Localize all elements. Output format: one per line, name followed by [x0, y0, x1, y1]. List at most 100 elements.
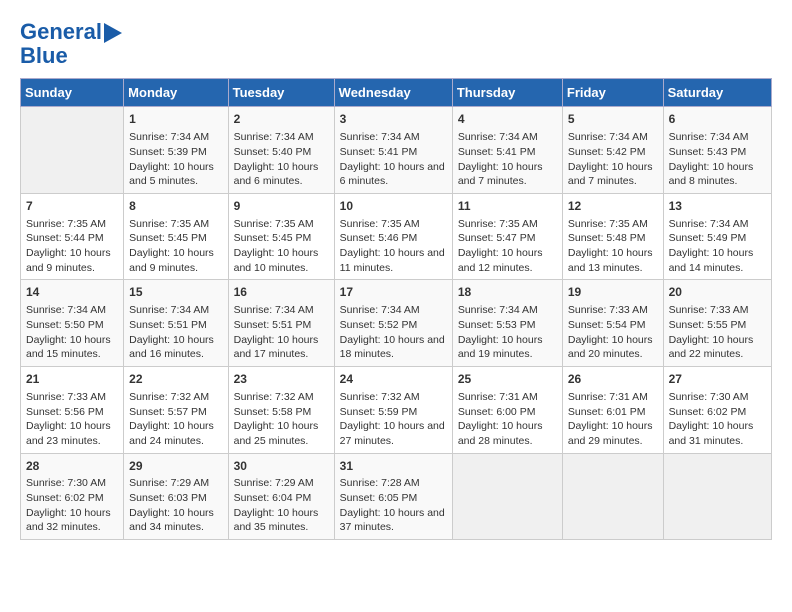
sunset-text: Sunset: 5:50 PM	[26, 318, 118, 333]
calendar-cell: 17 Sunrise: 7:34 AM Sunset: 5:52 PM Dayl…	[334, 280, 452, 367]
sunrise-text: Sunrise: 7:33 AM	[669, 303, 766, 318]
calendar-cell	[562, 453, 663, 540]
day-info: Sunrise: 7:34 AM Sunset: 5:40 PM Dayligh…	[234, 130, 329, 189]
calendar-cell: 13 Sunrise: 7:34 AM Sunset: 5:49 PM Dayl…	[663, 193, 771, 280]
day-number: 13	[669, 198, 766, 215]
sunrise-text: Sunrise: 7:28 AM	[340, 476, 447, 491]
calendar-cell: 11 Sunrise: 7:35 AM Sunset: 5:47 PM Dayl…	[452, 193, 562, 280]
header-wednesday: Wednesday	[334, 79, 452, 107]
daylight-text: Daylight: 10 hours and 18 minutes.	[340, 333, 447, 362]
daylight-text: Daylight: 10 hours and 14 minutes.	[669, 246, 766, 275]
calendar-cell: 23 Sunrise: 7:32 AM Sunset: 5:58 PM Dayl…	[228, 367, 334, 454]
day-number: 8	[129, 198, 222, 215]
daylight-text: Daylight: 10 hours and 17 minutes.	[234, 333, 329, 362]
calendar-cell: 30 Sunrise: 7:29 AM Sunset: 6:04 PM Dayl…	[228, 453, 334, 540]
sunset-text: Sunset: 5:52 PM	[340, 318, 447, 333]
daylight-text: Daylight: 10 hours and 23 minutes.	[26, 419, 118, 448]
calendar-cell: 3 Sunrise: 7:34 AM Sunset: 5:41 PM Dayli…	[334, 107, 452, 194]
daylight-text: Daylight: 10 hours and 28 minutes.	[458, 419, 557, 448]
day-number: 12	[568, 198, 658, 215]
calendar-cell: 4 Sunrise: 7:34 AM Sunset: 5:41 PM Dayli…	[452, 107, 562, 194]
daylight-text: Daylight: 10 hours and 8 minutes.	[669, 160, 766, 189]
sunrise-text: Sunrise: 7:35 AM	[129, 217, 222, 232]
sunset-text: Sunset: 5:56 PM	[26, 405, 118, 420]
sunset-text: Sunset: 6:05 PM	[340, 491, 447, 506]
calendar-cell: 20 Sunrise: 7:33 AM Sunset: 5:55 PM Dayl…	[663, 280, 771, 367]
calendar-cell: 12 Sunrise: 7:35 AM Sunset: 5:48 PM Dayl…	[562, 193, 663, 280]
calendar-cell: 2 Sunrise: 7:34 AM Sunset: 5:40 PM Dayli…	[228, 107, 334, 194]
header-friday: Friday	[562, 79, 663, 107]
day-number: 20	[669, 284, 766, 301]
calendar-cell	[21, 107, 124, 194]
day-info: Sunrise: 7:34 AM Sunset: 5:39 PM Dayligh…	[129, 130, 222, 189]
header-saturday: Saturday	[663, 79, 771, 107]
sunrise-text: Sunrise: 7:35 AM	[568, 217, 658, 232]
sunrise-text: Sunrise: 7:35 AM	[458, 217, 557, 232]
day-number: 27	[669, 371, 766, 388]
daylight-text: Daylight: 10 hours and 6 minutes.	[340, 160, 447, 189]
sunset-text: Sunset: 5:54 PM	[568, 318, 658, 333]
sunset-text: Sunset: 5:57 PM	[129, 405, 222, 420]
daylight-text: Daylight: 10 hours and 15 minutes.	[26, 333, 118, 362]
calendar-cell: 15 Sunrise: 7:34 AM Sunset: 5:51 PM Dayl…	[124, 280, 228, 367]
day-number: 3	[340, 111, 447, 128]
day-number: 19	[568, 284, 658, 301]
day-info: Sunrise: 7:32 AM Sunset: 5:58 PM Dayligh…	[234, 390, 329, 449]
sunrise-text: Sunrise: 7:34 AM	[129, 303, 222, 318]
sunrise-text: Sunrise: 7:29 AM	[234, 476, 329, 491]
logo-text-line1: General	[20, 20, 102, 44]
day-info: Sunrise: 7:30 AM Sunset: 6:02 PM Dayligh…	[26, 476, 118, 535]
calendar-cell: 29 Sunrise: 7:29 AM Sunset: 6:03 PM Dayl…	[124, 453, 228, 540]
daylight-text: Daylight: 10 hours and 9 minutes.	[129, 246, 222, 275]
daylight-text: Daylight: 10 hours and 7 minutes.	[458, 160, 557, 189]
day-info: Sunrise: 7:33 AM Sunset: 5:54 PM Dayligh…	[568, 303, 658, 362]
day-number: 7	[26, 198, 118, 215]
calendar-cell	[663, 453, 771, 540]
day-number: 30	[234, 458, 329, 475]
day-number: 5	[568, 111, 658, 128]
daylight-text: Daylight: 10 hours and 27 minutes.	[340, 419, 447, 448]
sunset-text: Sunset: 5:40 PM	[234, 145, 329, 160]
daylight-text: Daylight: 10 hours and 35 minutes.	[234, 506, 329, 535]
sunset-text: Sunset: 5:51 PM	[129, 318, 222, 333]
calendar-cell: 7 Sunrise: 7:35 AM Sunset: 5:44 PM Dayli…	[21, 193, 124, 280]
daylight-text: Daylight: 10 hours and 5 minutes.	[129, 160, 222, 189]
sunset-text: Sunset: 5:45 PM	[234, 231, 329, 246]
sunrise-text: Sunrise: 7:34 AM	[669, 217, 766, 232]
sunrise-text: Sunrise: 7:34 AM	[340, 130, 447, 145]
page-header: General Blue	[20, 20, 772, 68]
daylight-text: Daylight: 10 hours and 32 minutes.	[26, 506, 118, 535]
calendar-cell: 9 Sunrise: 7:35 AM Sunset: 5:45 PM Dayli…	[228, 193, 334, 280]
calendar-cell: 5 Sunrise: 7:34 AM Sunset: 5:42 PM Dayli…	[562, 107, 663, 194]
day-info: Sunrise: 7:29 AM Sunset: 6:04 PM Dayligh…	[234, 476, 329, 535]
header-sunday: Sunday	[21, 79, 124, 107]
header-tuesday: Tuesday	[228, 79, 334, 107]
calendar-cell: 28 Sunrise: 7:30 AM Sunset: 6:02 PM Dayl…	[21, 453, 124, 540]
sunrise-text: Sunrise: 7:31 AM	[568, 390, 658, 405]
day-info: Sunrise: 7:35 AM Sunset: 5:46 PM Dayligh…	[340, 217, 447, 276]
day-info: Sunrise: 7:31 AM Sunset: 6:01 PM Dayligh…	[568, 390, 658, 449]
day-info: Sunrise: 7:34 AM Sunset: 5:41 PM Dayligh…	[458, 130, 557, 189]
sunrise-text: Sunrise: 7:34 AM	[458, 303, 557, 318]
day-number: 4	[458, 111, 557, 128]
sunset-text: Sunset: 5:48 PM	[568, 231, 658, 246]
sunrise-text: Sunrise: 7:33 AM	[26, 390, 118, 405]
day-number: 10	[340, 198, 447, 215]
day-number: 29	[129, 458, 222, 475]
calendar-cell: 22 Sunrise: 7:32 AM Sunset: 5:57 PM Dayl…	[124, 367, 228, 454]
day-info: Sunrise: 7:34 AM Sunset: 5:53 PM Dayligh…	[458, 303, 557, 362]
sunset-text: Sunset: 5:55 PM	[669, 318, 766, 333]
sunset-text: Sunset: 5:53 PM	[458, 318, 557, 333]
sunrise-text: Sunrise: 7:32 AM	[340, 390, 447, 405]
day-number: 9	[234, 198, 329, 215]
calendar-cell: 26 Sunrise: 7:31 AM Sunset: 6:01 PM Dayl…	[562, 367, 663, 454]
sunrise-text: Sunrise: 7:34 AM	[458, 130, 557, 145]
daylight-text: Daylight: 10 hours and 34 minutes.	[129, 506, 222, 535]
sunset-text: Sunset: 6:02 PM	[26, 491, 118, 506]
day-number: 16	[234, 284, 329, 301]
day-info: Sunrise: 7:35 AM Sunset: 5:44 PM Dayligh…	[26, 217, 118, 276]
daylight-text: Daylight: 10 hours and 6 minutes.	[234, 160, 329, 189]
calendar-cell: 18 Sunrise: 7:34 AM Sunset: 5:53 PM Dayl…	[452, 280, 562, 367]
sunrise-text: Sunrise: 7:34 AM	[568, 130, 658, 145]
daylight-text: Daylight: 10 hours and 13 minutes.	[568, 246, 658, 275]
